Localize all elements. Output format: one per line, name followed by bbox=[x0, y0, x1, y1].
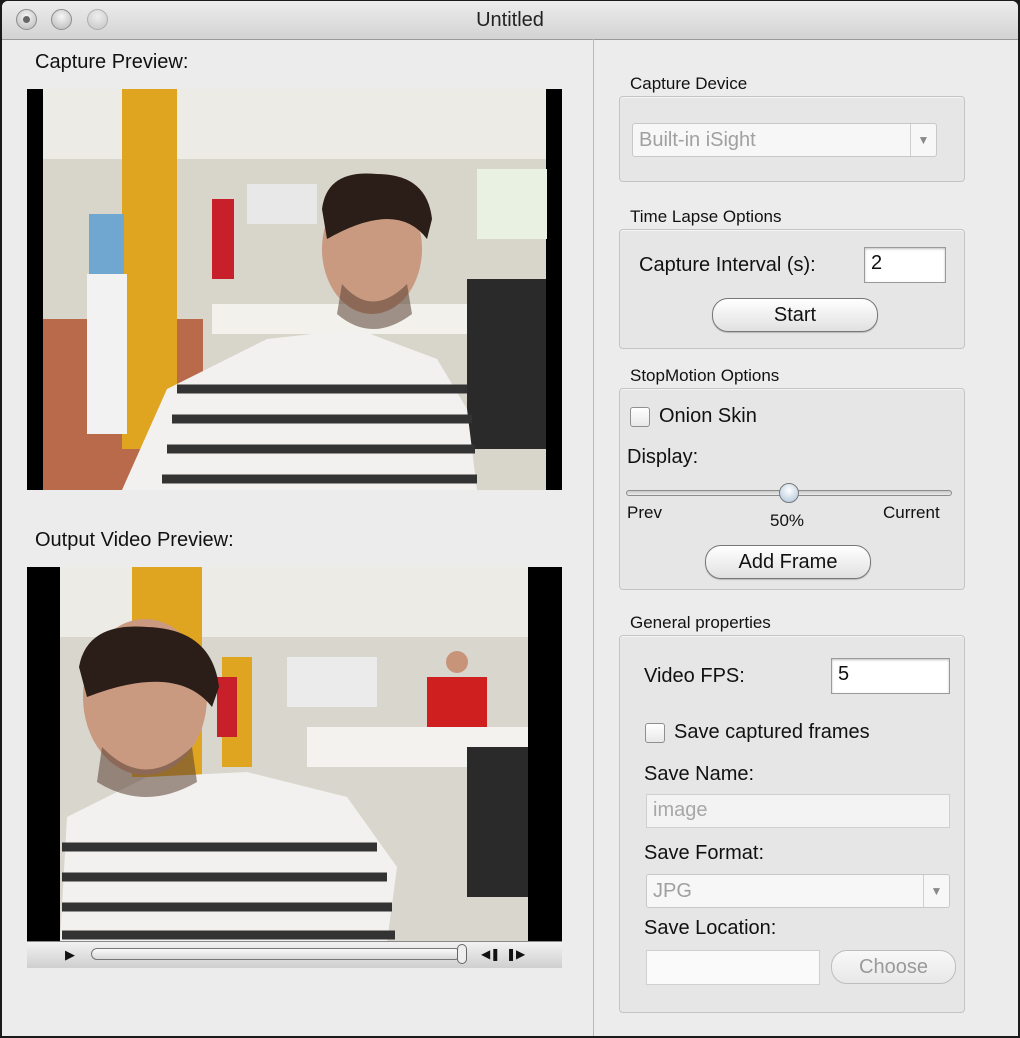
capture-preview-image bbox=[43, 89, 547, 490]
capture-interval-label: Capture Interval (s): bbox=[639, 254, 816, 276]
chevron-down-icon: ▼ bbox=[923, 875, 949, 907]
add-frame-button[interactable]: Add Frame bbox=[705, 545, 871, 579]
slider-current-label: Current bbox=[883, 503, 940, 522]
onion-skin-slider-knob[interactable] bbox=[779, 483, 799, 503]
save-format-popup[interactable]: JPG ▼ bbox=[646, 874, 950, 908]
video-fps-label: Video FPS: bbox=[644, 665, 745, 687]
save-name-label: Save Name: bbox=[644, 763, 755, 785]
capture-preview-view bbox=[27, 89, 562, 490]
save-name-input[interactable]: image bbox=[646, 794, 950, 828]
output-video-preview-label: Output Video Preview: bbox=[35, 529, 234, 551]
app-window: Untitled Capture Preview: Output Video P… bbox=[2, 1, 1018, 1036]
output-video-image bbox=[60, 567, 528, 942]
stop-motion-title: StopMotion Options bbox=[630, 366, 780, 385]
capture-device-popup[interactable]: Built-in iSight ▼ bbox=[632, 123, 937, 157]
onion-skin-checkbox[interactable] bbox=[630, 407, 650, 427]
slider-value-label: 50% bbox=[770, 511, 805, 530]
capture-preview-label: Capture Preview: bbox=[35, 51, 189, 73]
general-properties-title: General properties bbox=[630, 613, 771, 632]
video-scrubber[interactable] bbox=[91, 948, 461, 960]
step-back-icon[interactable]: ◀❚ bbox=[481, 947, 500, 961]
title-bar: Untitled bbox=[2, 1, 1018, 40]
save-location-label: Save Location: bbox=[644, 917, 777, 939]
start-button[interactable]: Start bbox=[712, 298, 878, 332]
save-captured-frames-checkbox[interactable] bbox=[645, 723, 665, 743]
video-fps-input[interactable]: 5 bbox=[831, 658, 950, 694]
video-controls: ▶ ◀❚ ❚▶ bbox=[27, 941, 562, 968]
step-forward-icon[interactable]: ❚▶ bbox=[506, 947, 525, 961]
save-format-label: Save Format: bbox=[644, 842, 765, 864]
pane-divider bbox=[593, 39, 594, 1036]
slider-prev-label: Prev bbox=[627, 503, 662, 522]
output-video-view: ▶ ◀❚ ❚▶ bbox=[27, 567, 562, 968]
scrubber-handle[interactable] bbox=[457, 944, 467, 964]
onion-skin-label: Onion Skin bbox=[659, 405, 757, 427]
capture-device-value: Built-in iSight bbox=[639, 129, 756, 151]
time-lapse-title: Time Lapse Options bbox=[630, 207, 782, 226]
capture-device-title: Capture Device bbox=[630, 74, 748, 93]
save-captured-frames-label: Save captured frames bbox=[674, 721, 870, 743]
choose-button[interactable]: Choose bbox=[831, 950, 956, 984]
save-location-input[interactable] bbox=[646, 950, 820, 985]
display-label: Display: bbox=[627, 446, 699, 468]
window-title: Untitled bbox=[476, 9, 544, 31]
chevron-down-icon: ▼ bbox=[910, 124, 936, 156]
capture-interval-input[interactable]: 2 bbox=[864, 247, 946, 283]
play-icon[interactable]: ▶ bbox=[65, 947, 75, 963]
save-format-value: JPG bbox=[653, 880, 692, 902]
